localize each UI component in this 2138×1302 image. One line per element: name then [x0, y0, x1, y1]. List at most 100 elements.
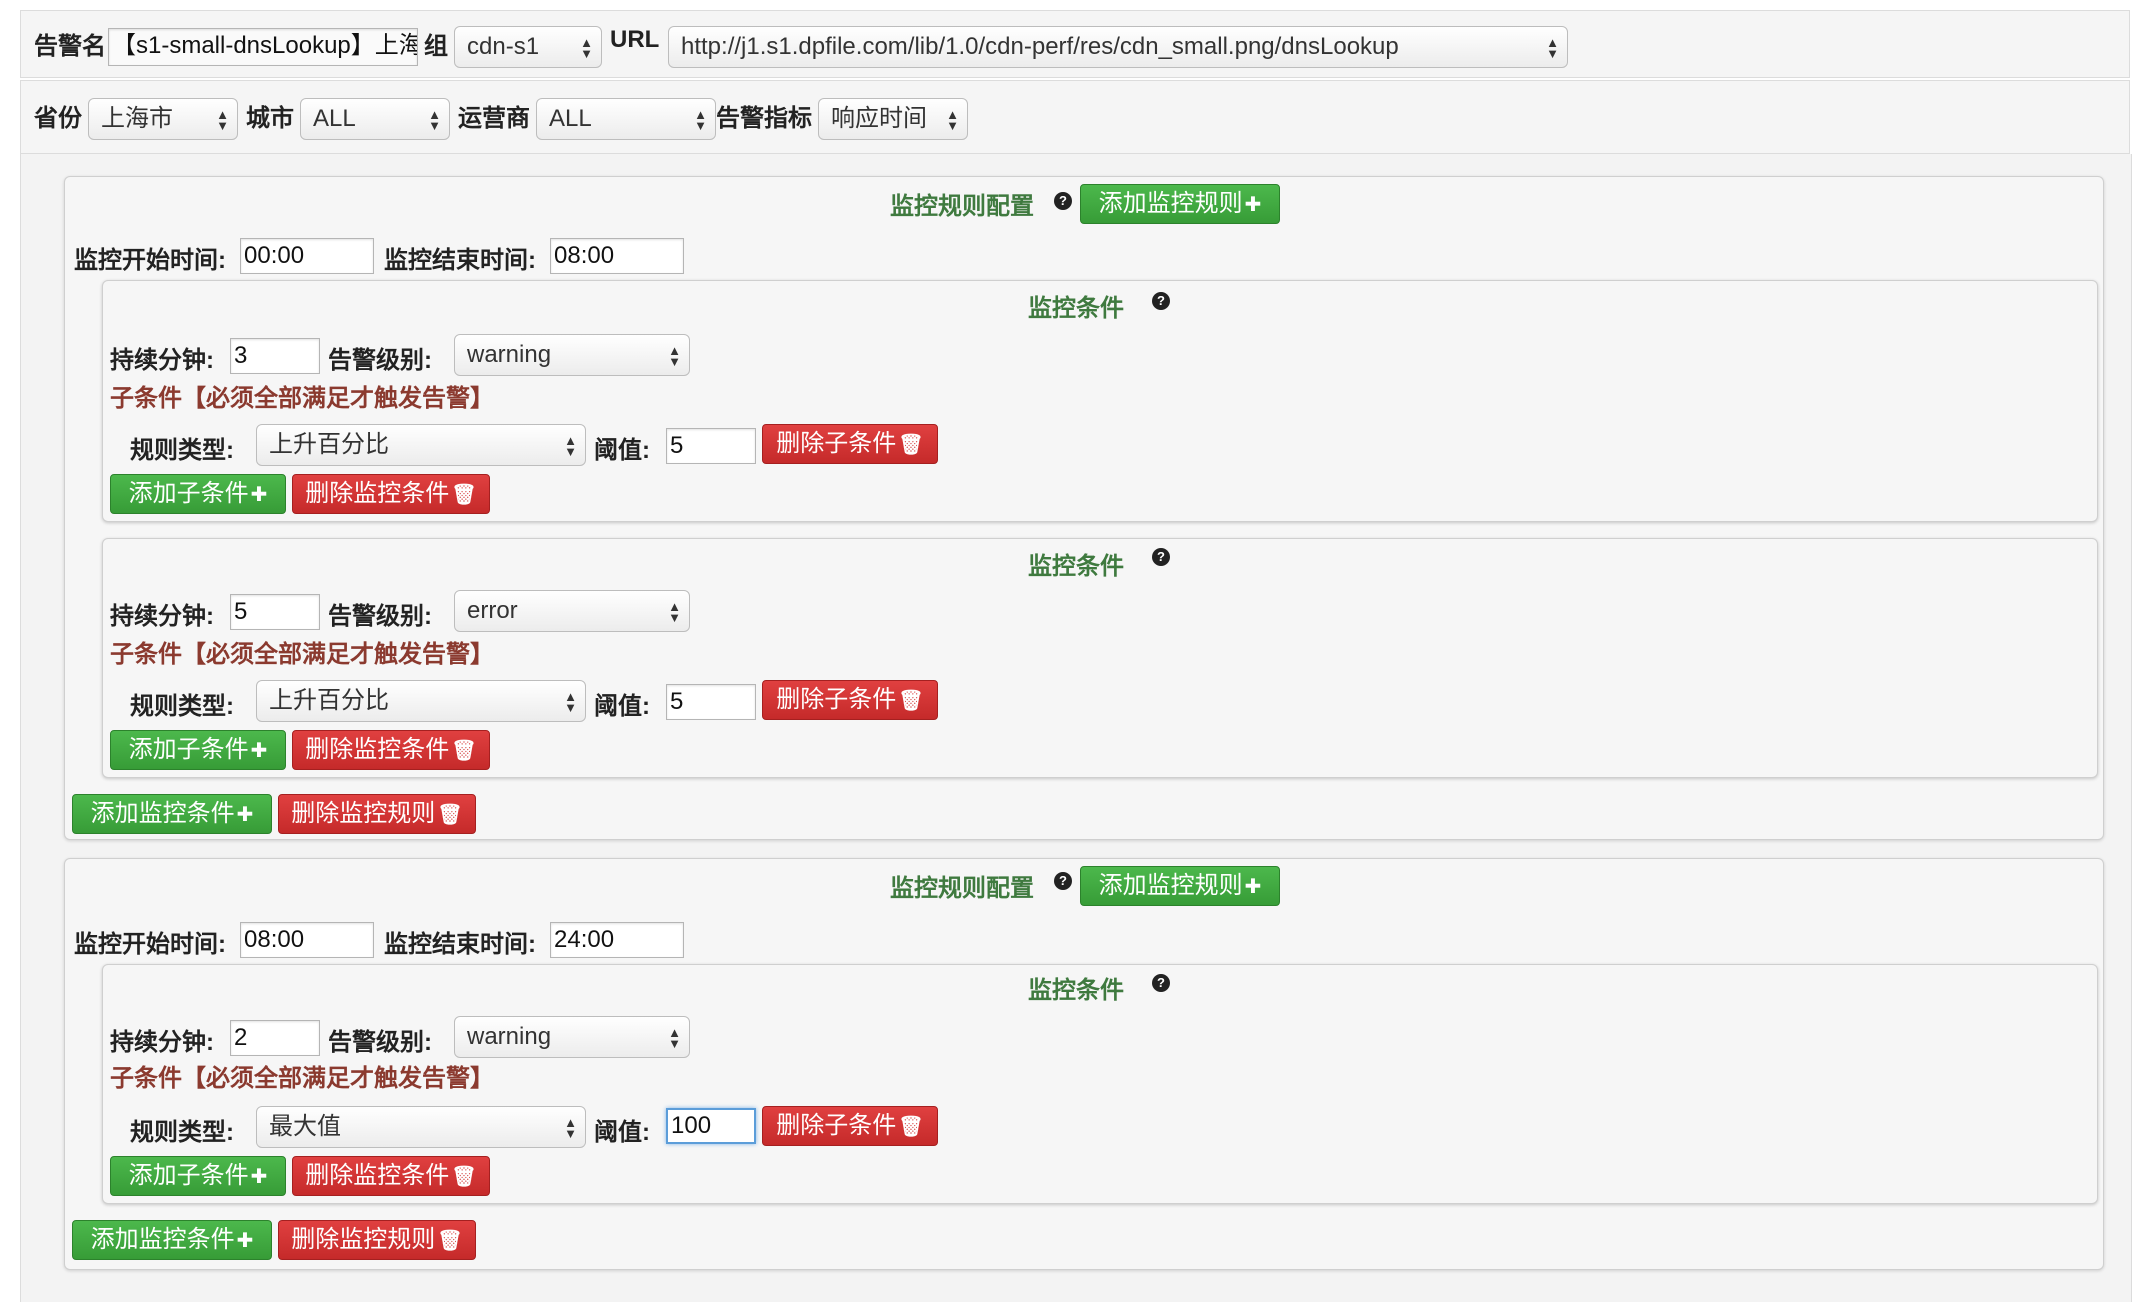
duration-input[interactable]: 5 — [230, 594, 320, 630]
alert-name-input[interactable]: 【s1-small-dnsLookup】上海 — [108, 28, 418, 66]
threshold-label: 阈值: — [594, 1119, 650, 1146]
plus-icon: ✚ — [250, 740, 268, 762]
threshold-label: 阈值: — [594, 693, 650, 720]
start-time-label: 监控开始时间: — [74, 931, 226, 958]
group-select[interactable]: cdn-s1 ▲ ▼ — [454, 26, 602, 68]
level-select-value: warning — [467, 1023, 552, 1050]
metric-label: 告警指标 — [716, 105, 812, 132]
level-select[interactable]: warning ▲ ▼ — [454, 334, 690, 376]
trash-icon: 🗑 — [898, 434, 924, 456]
trash-icon: 🗑 — [451, 740, 477, 762]
plus-icon: ✚ — [250, 484, 268, 506]
url-select[interactable]: http://j1.s1.dpfile.com/lib/1.0/cdn-perf… — [668, 26, 1568, 68]
group-select-value: cdn-s1 — [467, 33, 540, 60]
rule-type-select-value: 上升百分比 — [269, 431, 389, 458]
end-time-label: 监控结束时间: — [384, 931, 536, 958]
isp-label: 运营商 — [458, 105, 530, 132]
threshold-input[interactable]: 5 — [666, 428, 756, 464]
add-rule-label: 添加监控规则 — [1098, 190, 1243, 217]
rule-type-select[interactable]: 最大值 ▲ ▼ — [256, 1106, 586, 1148]
delete-condition-button[interactable]: 删除监控条件 🗑 — [292, 730, 490, 770]
delete-condition-label: 删除监控条件 — [305, 1162, 450, 1189]
delete-sub-condition-button[interactable]: 删除子条件 🗑 — [762, 424, 938, 464]
help-icon[interactable]: ? — [1152, 548, 1170, 566]
help-icon[interactable]: ? — [1054, 192, 1072, 210]
duration-input[interactable]: 3 — [230, 338, 320, 374]
add-sub-condition-button[interactable]: 添加子条件 ✚ — [110, 1156, 286, 1196]
level-select[interactable]: warning ▲ ▼ — [454, 1016, 690, 1058]
city-select-value: ALL — [313, 105, 356, 132]
province-select[interactable]: 上海市 ▲ ▼ — [88, 98, 238, 140]
alert-name-label: 告警名 — [34, 33, 106, 60]
delete-sub-condition-label: 删除子条件 — [776, 686, 897, 713]
add-sub-condition-label: 添加子条件 — [128, 1162, 249, 1189]
condition-title: 监控条件 — [1028, 977, 1124, 1004]
add-rule-label: 添加监控规则 — [1098, 872, 1243, 899]
plus-icon: ✚ — [236, 1230, 254, 1252]
rule-type-select[interactable]: 上升百分比 ▲ ▼ — [256, 424, 586, 466]
level-select-value: warning — [467, 341, 552, 368]
duration-label: 持续分钟: — [110, 347, 214, 374]
delete-condition-label: 删除监控条件 — [305, 736, 450, 763]
delete-sub-condition-label: 删除子条件 — [776, 430, 897, 457]
add-condition-button[interactable]: 添加监控条件 ✚ — [72, 1220, 272, 1260]
delete-rule-button[interactable]: 删除监控规则 🗑 — [278, 1220, 476, 1260]
rule-title: 监控规则配置 — [890, 193, 1034, 220]
plus-icon: ✚ — [250, 1166, 268, 1188]
condition-title: 监控条件 — [1028, 295, 1124, 322]
add-sub-condition-button[interactable]: 添加子条件 ✚ — [110, 474, 286, 514]
alert-config-page: 告警名 【s1-small-dnsLookup】上海 组 cdn-s1 ▲ ▼ U… — [0, 0, 2138, 1302]
help-icon[interactable]: ? — [1152, 292, 1170, 310]
help-icon[interactable]: ? — [1152, 974, 1170, 992]
start-time-label: 监控开始时间: — [74, 247, 226, 274]
add-sub-condition-label: 添加子条件 — [128, 480, 249, 507]
sub-condition-title: 子条件【必须全部满足才触发告警】 — [110, 385, 494, 412]
city-label: 城市 — [246, 105, 294, 132]
add-rule-button[interactable]: 添加监控规则 ✚ — [1080, 866, 1280, 906]
end-time-input[interactable]: 24:00 — [550, 922, 684, 958]
isp-select[interactable]: ALL ▲ ▼ — [536, 98, 716, 140]
level-select-value: error — [467, 597, 518, 624]
add-sub-condition-button[interactable]: 添加子条件 ✚ — [110, 730, 286, 770]
trash-icon: 🗑 — [437, 804, 463, 826]
delete-rule-button[interactable]: 删除监控规则 🗑 — [278, 794, 476, 834]
group-label: 组 — [424, 33, 448, 60]
duration-input[interactable]: 2 — [230, 1020, 320, 1056]
start-time-input[interactable]: 08:00 — [240, 922, 374, 958]
province-select-value: 上海市 — [101, 105, 173, 132]
metric-select-value: 响应时间 — [831, 105, 927, 132]
end-time-input[interactable]: 08:00 — [550, 238, 684, 274]
delete-rule-label: 删除监控规则 — [291, 1226, 436, 1253]
sub-condition-title: 子条件【必须全部满足才触发告警】 — [110, 1065, 494, 1092]
city-select[interactable]: ALL ▲ ▼ — [300, 98, 450, 140]
plus-icon: ✚ — [1244, 194, 1262, 216]
level-label: 告警级别: — [328, 347, 432, 374]
plus-icon: ✚ — [1244, 876, 1262, 898]
add-condition-label: 添加监控条件 — [90, 1226, 235, 1253]
rule-type-label: 规则类型: — [130, 437, 234, 464]
rule-title: 监控规则配置 — [890, 875, 1034, 902]
rule-type-select-value: 上升百分比 — [269, 687, 389, 714]
add-condition-label: 添加监控条件 — [90, 800, 235, 827]
help-icon[interactable]: ? — [1054, 872, 1072, 890]
add-condition-button[interactable]: 添加监控条件 ✚ — [72, 794, 272, 834]
level-select[interactable]: error ▲ ▼ — [454, 590, 690, 632]
add-rule-button[interactable]: 添加监控规则 ✚ — [1080, 184, 1280, 224]
duration-label: 持续分钟: — [110, 603, 214, 630]
delete-sub-condition-button[interactable]: 删除子条件 🗑 — [762, 1106, 938, 1146]
delete-condition-button[interactable]: 删除监控条件 🗑 — [292, 1156, 490, 1196]
rule-type-select[interactable]: 上升百分比 ▲ ▼ — [256, 680, 586, 722]
delete-condition-button[interactable]: 删除监控条件 🗑 — [292, 474, 490, 514]
threshold-input[interactable]: 5 — [666, 684, 756, 720]
url-select-value: http://j1.s1.dpfile.com/lib/1.0/cdn-perf… — [681, 33, 1399, 60]
threshold-input[interactable]: 100 — [666, 1108, 756, 1144]
delete-sub-condition-button[interactable]: 删除子条件 🗑 — [762, 680, 938, 720]
add-sub-condition-label: 添加子条件 — [128, 736, 249, 763]
end-time-label: 监控结束时间: — [384, 247, 536, 274]
level-label: 告警级别: — [328, 1029, 432, 1056]
threshold-label: 阈值: — [594, 437, 650, 464]
trash-icon: 🗑 — [898, 690, 924, 712]
metric-select[interactable]: 响应时间 ▲ ▼ — [818, 98, 968, 140]
start-time-input[interactable]: 00:00 — [240, 238, 374, 274]
delete-sub-condition-label: 删除子条件 — [776, 1112, 897, 1139]
